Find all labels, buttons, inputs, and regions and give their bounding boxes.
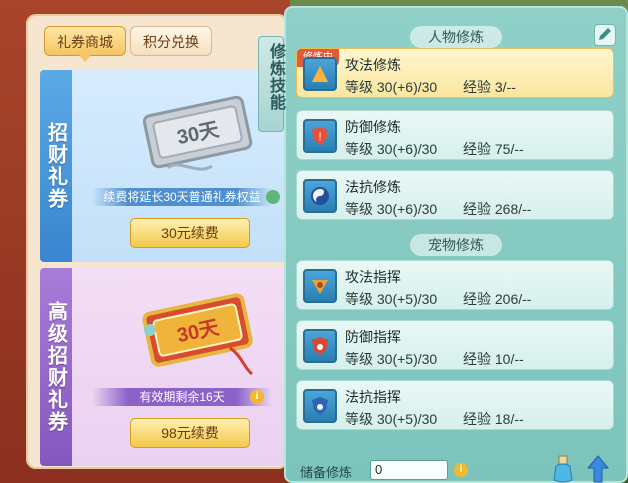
skill-name: 攻法指挥 [345,269,401,285]
coupon-note: 有效期剩余16天 [92,388,272,406]
cultivation-skills-panel: 人物修炼 修炼中 攻法修炼 等级 30(+6)/30 经验 3/-- ! 防御修… [258,0,628,483]
skill-row-attack-spell[interactable]: 修炼中 攻法修炼 等级 30(+6)/30 经验 3/-- [296,48,614,98]
skill-row-pet-attack[interactable]: 攻法指挥 等级 30(+5)/30 经验 206/-- [296,260,614,310]
coupon-side-banner: 高级招财礼券 [40,268,72,466]
tab-points-exchange[interactable]: 积分兑换 [130,26,212,56]
skill-name: 攻法修炼 [345,57,401,73]
svg-text:!: ! [318,131,321,143]
pet-cultivation-title: 宠物修炼 [410,234,502,256]
coupon-side-banner: 招财礼券 [40,70,72,262]
potion-icon[interactable] [550,454,576,483]
skill-name: 防御指挥 [345,329,401,345]
skill-row-defense[interactable]: ! 防御修炼 等级 30(+6)/30 经验 75/-- [296,110,614,160]
coupon-title: 高级招财礼券 [44,301,67,433]
skill-level: 等级 30(+6)/30 [345,141,438,157]
cultivation-side-text: 修炼技能 [267,43,284,111]
skill-level: 等级 30(+6)/30 [345,79,438,95]
pet-attack-icon [303,269,337,303]
skill-row-pet-resist[interactable]: 法抗指挥 等级 30(+5)/30 经验 18/-- [296,380,614,430]
skill-level: 等级 30(+6)/30 [345,201,438,217]
pet-defense-icon [303,329,337,363]
reserve-value-field[interactable]: 0 [370,460,448,480]
skill-name: 法抗指挥 [345,389,401,405]
skill-exp: 经验 206/-- [463,291,532,307]
coupon-shop-body: 礼券商城 积分兑换 招财礼券 30天 续费将延长30天普通礼券权益 30元续费 … [26,14,288,469]
cultivation-panel-body: 人物修炼 修炼中 攻法修炼 等级 30(+6)/30 经验 3/-- ! 防御修… [284,6,628,483]
reserve-label: 储备修炼 [300,465,353,480]
skill-exp: 经验 75/-- [463,141,524,157]
human-cultivation-title: 人物修炼 [410,26,502,48]
skill-row-spell-resist[interactable]: 法抗修炼 等级 30(+6)/30 经验 268/-- [296,170,614,220]
basic-fortune-coupon-card: 招财礼券 30天 续费将延长30天普通礼券权益 30元续费 [40,70,288,262]
renew-30-button[interactable]: 30元续费 [130,218,250,248]
skill-name: 防御修炼 [345,119,401,135]
edit-icon[interactable] [594,24,616,46]
reserve-bar: 储备修炼 0 i [296,455,614,483]
cultivation-side-label: 修炼技能 [258,36,284,132]
coupon-shop-panel: 礼券商城 积分兑换 招财礼券 30天 续费将延长30天普通礼券权益 30元续费 … [0,0,290,483]
skill-exp: 经验 18/-- [463,411,524,427]
premium-fortune-coupon-card: 高级招财礼券 30天 有效期剩余16天 i 98元续费 [40,268,288,466]
coupon-note: 续费将延长30天普通礼券权益 [92,188,272,206]
skill-name: 法抗修炼 [345,179,401,195]
info-icon[interactable]: i [454,463,468,477]
skill-row-pet-defense[interactable]: 防御指挥 等级 30(+5)/30 经验 10/-- [296,320,614,370]
skill-level: 等级 30(+5)/30 [345,291,438,307]
info-icon[interactable]: i [250,390,264,404]
coupon-title: 招财礼券 [44,122,67,210]
renew-98-button[interactable]: 98元续费 [130,418,250,448]
skill-level: 等级 30(+5)/30 [345,351,438,367]
skill-level: 等级 30(+5)/30 [345,411,438,427]
skill-exp: 经验 3/-- [463,79,516,95]
silver-ticket-icon: 30天 [142,95,253,171]
pet-resist-icon [303,389,337,423]
skill-exp: 经验 10/-- [463,351,524,367]
skill-exp: 经验 268/-- [463,201,532,217]
defense-icon: ! [303,119,337,153]
spell-resist-icon [303,179,337,213]
green-gem-icon [266,190,280,204]
upgrade-arrow-icon[interactable] [586,454,610,483]
tab-coupon-shop[interactable]: 礼券商城 [44,26,126,62]
gold-ticket-icon: 30天 [142,293,253,376]
attack-spell-icon [303,57,337,91]
